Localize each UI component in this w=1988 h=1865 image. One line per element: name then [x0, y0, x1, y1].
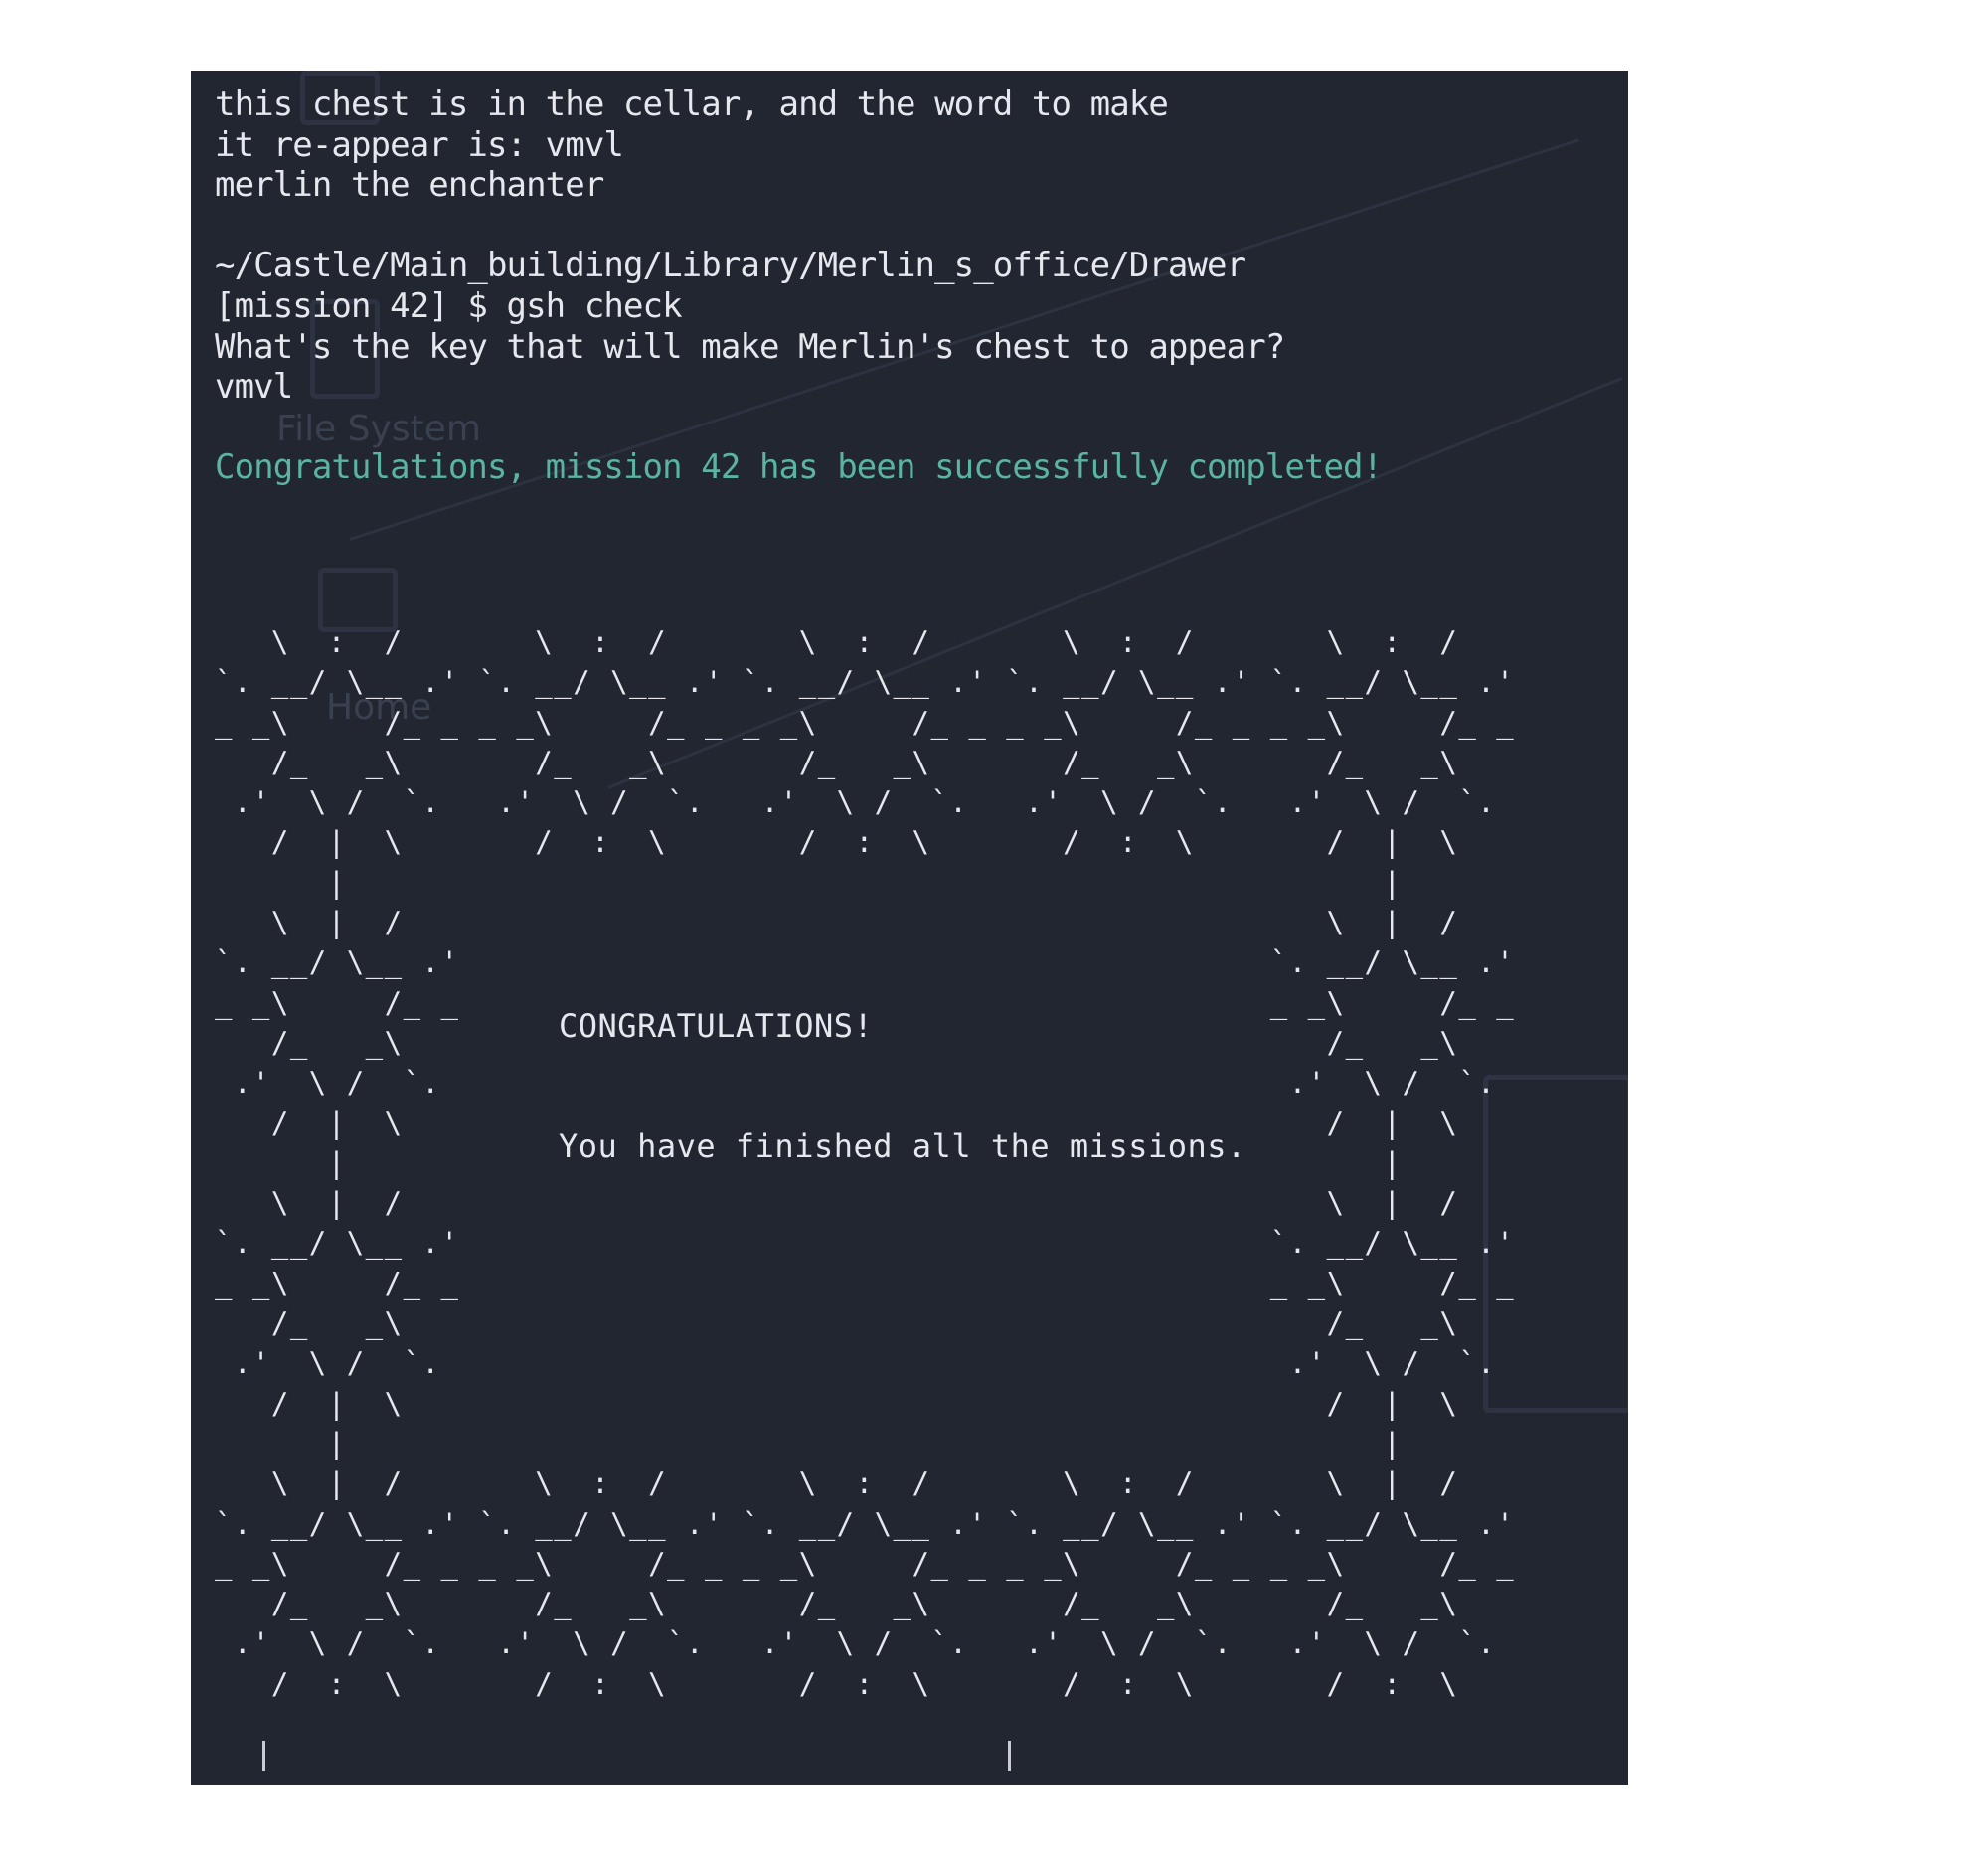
user-input: vmvl — [215, 367, 293, 408]
success-message: Congratulations, mission 42 has been suc… — [215, 447, 1383, 488]
output-line: merlin the enchanter — [215, 165, 604, 206]
output-line: What's the key that will make Merlin's c… — [215, 326, 1285, 367]
text-cursor — [262, 1741, 265, 1771]
working-directory: ~/Castle/Main_building/Library/Merlin_s_… — [215, 246, 1246, 286]
command-prompt: [mission 42] $ gsh check — [215, 285, 683, 326]
congratulations-title: CONGRATULATIONS! — [559, 1007, 874, 1045]
text-cursor — [1008, 1741, 1011, 1771]
congratulations-message: You have finished all the missions. — [559, 1127, 1246, 1165]
output-line: this chest is in the cellar, and the wor… — [215, 85, 1169, 124]
output-line: it re-appear is: vmvl — [215, 124, 624, 165]
terminal-output: this chest is in the cellar, and the wor… — [215, 85, 1383, 488]
terminal-window[interactable]: File System Home this chest is in the ce… — [191, 71, 1628, 1785]
